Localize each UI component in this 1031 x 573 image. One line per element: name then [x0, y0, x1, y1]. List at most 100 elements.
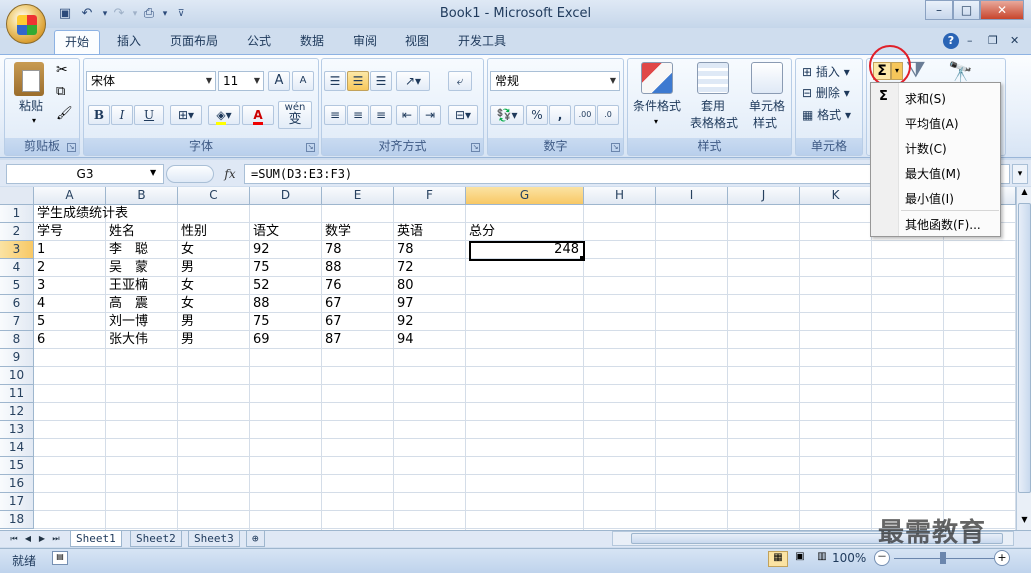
row-header[interactable]: 7: [0, 313, 34, 331]
italic-button[interactable]: I: [111, 105, 133, 125]
cell[interactable]: 男: [178, 313, 250, 331]
cell[interactable]: 性别: [178, 223, 250, 241]
cell[interactable]: 75: [250, 313, 322, 331]
phonetic-button[interactable]: wén 变: [278, 101, 312, 129]
sheet-tab-3[interactable]: Sheet3: [188, 531, 240, 547]
cell[interactable]: 72: [394, 259, 466, 277]
tab-developer[interactable]: 开发工具: [448, 30, 516, 54]
cell[interactable]: 3: [34, 277, 106, 295]
cell[interactable]: 94: [394, 331, 466, 349]
cell[interactable]: 高 震: [106, 295, 178, 313]
prev-sheet-icon[interactable]: ◀: [22, 532, 34, 545]
tab-insert[interactable]: 插入: [107, 30, 151, 54]
column-header[interactable]: J: [728, 187, 800, 205]
number-launcher-icon[interactable]: ↘: [611, 143, 620, 152]
cell[interactable]: 97: [394, 295, 466, 313]
next-sheet-icon[interactable]: ▶: [36, 532, 48, 545]
help-icon[interactable]: ?: [943, 33, 959, 49]
cell[interactable]: 张大伟: [106, 331, 178, 349]
decrease-indent-button[interactable]: ⇤: [396, 105, 418, 125]
zoom-slider-thumb[interactable]: [940, 552, 946, 564]
row-header[interactable]: 10: [0, 367, 34, 385]
office-button[interactable]: [6, 4, 46, 44]
vertical-scrollbar[interactable]: ▲ ▼: [1016, 187, 1031, 530]
cell[interactable]: 女: [178, 277, 250, 295]
first-sheet-icon[interactable]: ⏮: [8, 532, 20, 545]
column-header[interactable]: H: [584, 187, 656, 205]
formula-bar-expander[interactable]: [166, 165, 214, 183]
cell[interactable]: 78: [394, 241, 466, 259]
format-as-table-icon[interactable]: [697, 62, 729, 94]
namebox-dropdown-icon[interactable]: ▼: [150, 168, 156, 177]
row-header[interactable]: 17: [0, 493, 34, 511]
find-select-icon[interactable]: 🔭: [948, 60, 973, 84]
tab-review[interactable]: 审阅: [343, 30, 387, 54]
font-launcher-icon[interactable]: ↘: [306, 143, 315, 152]
row-header[interactable]: 4: [0, 259, 34, 277]
column-header[interactable]: B: [106, 187, 178, 205]
underline-button[interactable]: U: [134, 105, 164, 125]
page-break-view-icon[interactable]: ▥: [812, 551, 832, 567]
alignment-launcher-icon[interactable]: ↘: [471, 143, 480, 152]
macro-record-icon[interactable]: ▤: [52, 551, 68, 565]
cell[interactable]: 80: [394, 277, 466, 295]
menu-sum[interactable]: 求和(S): [905, 90, 946, 107]
cell[interactable]: 李 聪: [106, 241, 178, 259]
borders-button[interactable]: ⊞▾: [170, 105, 202, 125]
font-size-select[interactable]: 11 ▼: [218, 71, 264, 91]
cell[interactable]: 男: [178, 259, 250, 277]
zoom-out-button[interactable]: －: [874, 550, 890, 566]
cell[interactable]: 女: [178, 295, 250, 313]
cell-styles-label-2[interactable]: 样式: [745, 115, 785, 131]
row-header[interactable]: 1: [0, 205, 34, 223]
fill-handle[interactable]: [580, 256, 585, 261]
row-header[interactable]: 13: [0, 421, 34, 439]
cell[interactable]: 语文: [250, 223, 322, 241]
row-header[interactable]: 6: [0, 295, 34, 313]
cell[interactable]: 67: [322, 313, 394, 331]
merge-center-button[interactable]: ⊟▾: [448, 105, 478, 125]
row-header[interactable]: 16: [0, 475, 34, 493]
insert-cells-button[interactable]: ⊞ 插入 ▾: [802, 63, 850, 80]
format-as-table-label-2[interactable]: 表格格式: [683, 115, 745, 131]
orientation-button[interactable]: ↗▾: [396, 71, 430, 91]
paste-dropdown-icon[interactable]: ▾: [32, 116, 36, 125]
align-middle-button[interactable]: ☰: [347, 71, 369, 91]
cell[interactable]: 75: [250, 259, 322, 277]
row-header[interactable]: 18: [0, 511, 34, 529]
column-header[interactable]: E: [322, 187, 394, 205]
vertical-scroll-thumb[interactable]: [1018, 203, 1031, 493]
percent-button[interactable]: %: [526, 105, 548, 125]
clipboard-launcher-icon[interactable]: ↘: [67, 143, 76, 152]
cell-styles-icon[interactable]: [751, 62, 783, 94]
maximize-button[interactable]: □: [953, 0, 980, 20]
menu-average[interactable]: 平均值(A): [905, 115, 959, 132]
column-header[interactable]: D: [250, 187, 322, 205]
accounting-format-button[interactable]: 💱▾: [490, 105, 524, 125]
increase-decimal-button[interactable]: .00: [574, 105, 596, 125]
cell[interactable]: 87: [322, 331, 394, 349]
conditional-formatting-icon[interactable]: [641, 62, 673, 94]
cell[interactable]: 76: [322, 277, 394, 295]
increase-indent-button[interactable]: ⇥: [419, 105, 441, 125]
column-header[interactable]: G: [466, 187, 584, 205]
cell[interactable]: 男: [178, 331, 250, 349]
font-color-button[interactable]: A: [242, 105, 274, 125]
row-header[interactable]: 14: [0, 439, 34, 457]
name-box[interactable]: G3: [6, 164, 164, 184]
align-center-button[interactable]: ≡: [347, 105, 369, 125]
cell[interactable]: 4: [34, 295, 106, 313]
menu-min[interactable]: 最小值(I): [905, 190, 954, 207]
cell[interactable]: 刘一博: [106, 313, 178, 331]
worksheet-grid[interactable]: ABCDEFGHIJK 1 2 3 4 5 6 7 8 9 10 11 12 13 14 15 16 17 18 …: [0, 187, 1016, 530]
row-header[interactable]: 2: [0, 223, 34, 241]
cell[interactable]: 吴 蒙: [106, 259, 178, 277]
select-all-corner[interactable]: [0, 187, 34, 205]
insert-function-icon[interactable]: fx: [218, 164, 242, 184]
expand-formula-icon[interactable]: ▾: [1012, 164, 1028, 184]
normal-view-icon[interactable]: ▦: [768, 551, 788, 567]
insert-sheet-icon[interactable]: ⊕: [246, 531, 265, 547]
minimize-button[interactable]: –: [925, 0, 953, 20]
paste-button-label[interactable]: 粘贴: [12, 98, 50, 114]
scroll-up-icon[interactable]: ▲: [1018, 187, 1031, 201]
